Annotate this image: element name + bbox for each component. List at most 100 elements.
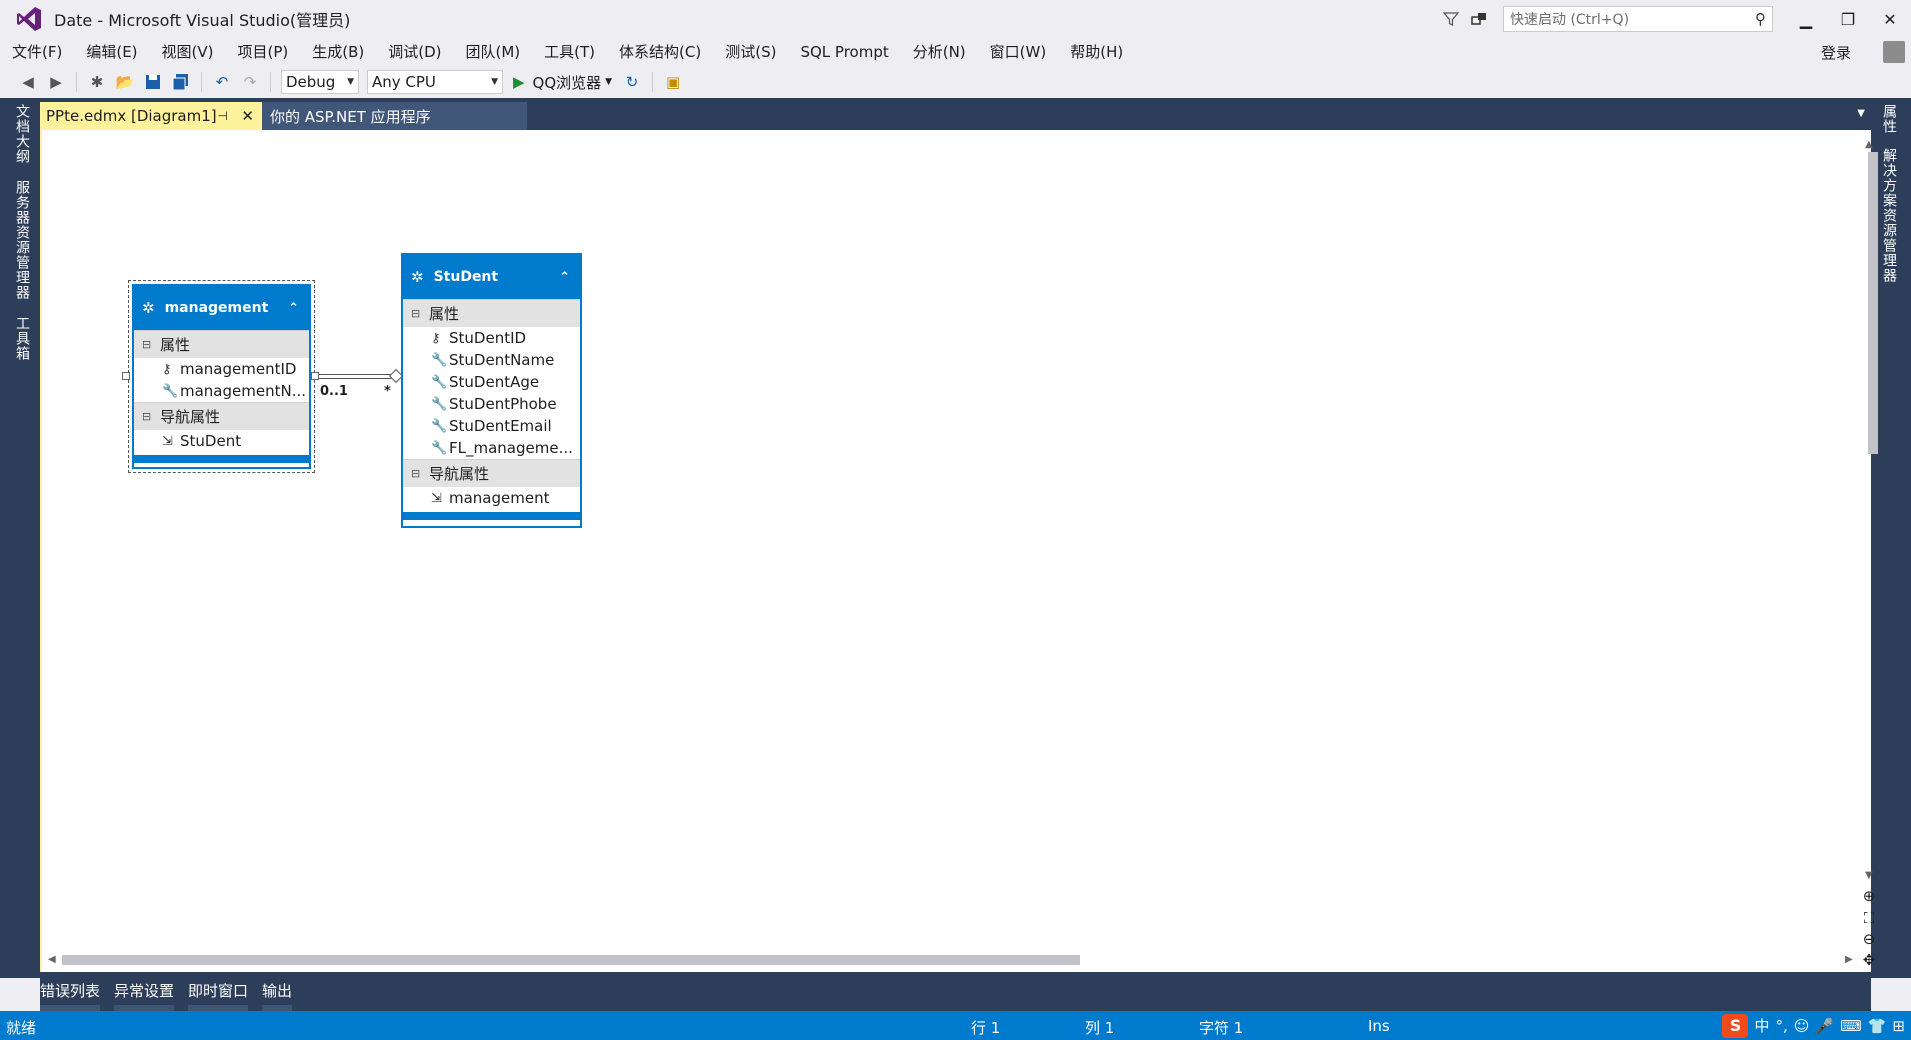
- close-icon[interactable]: ✕: [241, 107, 254, 125]
- scroll-down-icon[interactable]: ▼: [1865, 870, 1873, 881]
- collapse-section-icon[interactable]: ⊟: [142, 410, 152, 423]
- menu-analyze[interactable]: 分析(N): [901, 38, 978, 66]
- avatar[interactable]: [1883, 41, 1905, 63]
- close-button[interactable]: ✕: [1869, 0, 1911, 38]
- properties-section-header[interactable]: ⊟ 属性: [403, 299, 580, 327]
- property-row[interactable]: ⚷ StuDentID: [403, 327, 580, 349]
- menu-edit[interactable]: 编辑(E): [74, 38, 149, 66]
- skin-icon[interactable]: 👕: [1868, 1017, 1887, 1035]
- scroll-up-icon[interactable]: ▲: [1865, 139, 1873, 150]
- tab-document-outline[interactable]: 文档大纲: [12, 104, 32, 164]
- search-icon[interactable]: ⚲: [1755, 10, 1766, 28]
- zoom-in-icon[interactable]: ⊕: [1859, 886, 1879, 906]
- sign-in-link[interactable]: 登录: [1821, 42, 1851, 63]
- navigate-back-icon[interactable]: ◀: [16, 70, 40, 94]
- new-project-icon[interactable]: ✱: [85, 70, 109, 94]
- tab-output[interactable]: 输出: [262, 972, 293, 1011]
- emoji-icon[interactable]: ☺: [1794, 1017, 1810, 1035]
- navigate-forward-icon[interactable]: ▶: [44, 70, 68, 94]
- collapse-section-icon[interactable]: ⊟: [411, 467, 421, 480]
- entity-header[interactable]: ✲ management ⌃: [134, 286, 309, 330]
- property-row[interactable]: ⚷ managementID: [134, 358, 309, 380]
- menu-project[interactable]: 项目(P): [226, 38, 301, 66]
- resize-handle[interactable]: [122, 372, 130, 380]
- menu-debug[interactable]: 调试(D): [376, 38, 453, 66]
- zoom-to-fit-icon[interactable]: ⛶: [1859, 908, 1879, 928]
- entity-management[interactable]: ✲ management ⌃ ⊟ 属性 ⚷ managementID 🔧 man…: [132, 284, 311, 469]
- grid-icon[interactable]: ⊞: [1892, 1017, 1905, 1035]
- property-row[interactable]: 🔧 StuDentPhobe: [403, 393, 580, 415]
- tab-error-list[interactable]: 错误列表: [40, 972, 101, 1011]
- navigation-section-header[interactable]: ⊟ 导航属性: [134, 402, 309, 430]
- vertical-scrollbar-thumb[interactable]: [1868, 152, 1878, 454]
- feedback-icon[interactable]: [1465, 5, 1493, 33]
- association-line[interactable]: [319, 374, 396, 379]
- filter-icon[interactable]: [1437, 5, 1465, 33]
- scroll-left-icon[interactable]: ◀: [48, 954, 56, 965]
- entity-designer-canvas[interactable]: [40, 130, 1871, 972]
- navigation-property-row[interactable]: ⇲ StuDent: [134, 430, 309, 452]
- solution-configuration-dropdown[interactable]: Debug ▼: [281, 70, 359, 94]
- solution-platform-dropdown[interactable]: Any CPU ▼: [367, 70, 503, 94]
- navigation-section-header[interactable]: ⊟ 导航属性: [403, 459, 580, 487]
- run-target-label: QQ浏览器: [532, 73, 602, 92]
- scroll-right-icon[interactable]: ▶: [1845, 954, 1853, 965]
- menu-test[interactable]: 测试(S): [713, 38, 788, 66]
- property-row[interactable]: 🔧 FL_manageme...: [403, 437, 580, 459]
- association-endpoint-handle[interactable]: [311, 372, 319, 380]
- menu-sql-prompt[interactable]: SQL Prompt: [788, 38, 900, 66]
- redo-icon[interactable]: ↷: [238, 70, 262, 94]
- entity-student[interactable]: ✲ StuDent ⌃ ⊟ 属性 ⚷ StuDentID 🔧 StuDentNa…: [401, 253, 582, 528]
- property-row[interactable]: 🔧 managementN...: [134, 380, 309, 402]
- pin-icon[interactable]: ⊣: [218, 109, 228, 123]
- restore-button[interactable]: ❐: [1827, 0, 1869, 38]
- collapse-icon[interactable]: ⌃: [288, 301, 299, 316]
- open-file-icon[interactable]: 📂: [113, 70, 137, 94]
- property-row[interactable]: 🔧 StuDentAge: [403, 371, 580, 393]
- refresh-icon[interactable]: ↻: [620, 70, 644, 94]
- tab-aspnet-app[interactable]: 你的 ASP.NET 应用程序: [262, 102, 527, 130]
- ime-language[interactable]: 中: [1754, 1015, 1769, 1036]
- punctuation-icon[interactable]: °,: [1775, 1017, 1787, 1035]
- menu-build[interactable]: 生成(B): [300, 38, 376, 66]
- tab-toolbox[interactable]: 工具箱: [12, 316, 32, 361]
- start-debugging-button[interactable]: ▶ QQ浏览器 ▼: [513, 72, 612, 93]
- undo-icon[interactable]: ↶: [210, 70, 234, 94]
- tab-properties[interactable]: 属性: [1879, 104, 1899, 134]
- minimize-button[interactable]: ▁: [1785, 0, 1827, 38]
- sogou-input-logo-icon[interactable]: S: [1722, 1013, 1749, 1038]
- entity-header[interactable]: ✲ StuDent ⌃: [403, 255, 580, 299]
- menu-window[interactable]: 窗口(W): [978, 38, 1059, 66]
- tab-server-explorer[interactable]: 服务器资源管理器: [12, 180, 32, 300]
- horizontal-scrollbar-thumb[interactable]: [62, 955, 1080, 965]
- property-row[interactable]: 🔧 StuDentName: [403, 349, 580, 371]
- properties-section-header[interactable]: ⊟ 属性: [134, 330, 309, 358]
- keyboard-icon[interactable]: ⌨: [1840, 1017, 1862, 1035]
- menu-architecture[interactable]: 体系结构(C): [607, 38, 713, 66]
- property-row[interactable]: 🔧 StuDentEmail: [403, 415, 580, 437]
- tab-solution-explorer[interactable]: 解决方案资源管理器: [1879, 148, 1899, 283]
- pan-icon[interactable]: ✥: [1859, 950, 1879, 970]
- save-icon[interactable]: [141, 70, 165, 94]
- property-name: managementN...: [180, 382, 307, 400]
- menu-view[interactable]: 视图(V): [150, 38, 226, 66]
- find-in-files-icon[interactable]: ▣: [661, 70, 685, 94]
- zoom-out-icon[interactable]: ⊖: [1859, 929, 1879, 949]
- quick-launch-input[interactable]: 快速启动 (Ctrl+Q) ⚲: [1503, 6, 1773, 32]
- play-icon: ▶: [513, 73, 525, 91]
- collapse-section-icon[interactable]: ⊟: [142, 338, 152, 351]
- tab-diagram[interactable]: PPte.edmx [Diagram1] ⊣ ✕: [40, 102, 262, 130]
- collapse-icon[interactable]: ⌃: [559, 270, 570, 285]
- tab-immediate-window[interactable]: 即时窗口: [188, 972, 249, 1011]
- microphone-icon[interactable]: 🎤: [1815, 1017, 1834, 1035]
- menu-tools[interactable]: 工具(T): [532, 38, 607, 66]
- navigation-property-row[interactable]: ⇲ management: [403, 487, 580, 509]
- menu-team[interactable]: 团队(M): [454, 38, 533, 66]
- tab-overflow-icon[interactable]: ▼: [1857, 108, 1865, 119]
- tab-exception-settings[interactable]: 异常设置: [114, 972, 175, 1011]
- save-all-icon[interactable]: [169, 70, 193, 94]
- menu-help[interactable]: 帮助(H): [1058, 38, 1135, 66]
- collapse-section-icon[interactable]: ⊟: [411, 307, 421, 320]
- menu-file[interactable]: 文件(F): [0, 38, 74, 66]
- toolbar-separator: [270, 72, 271, 92]
